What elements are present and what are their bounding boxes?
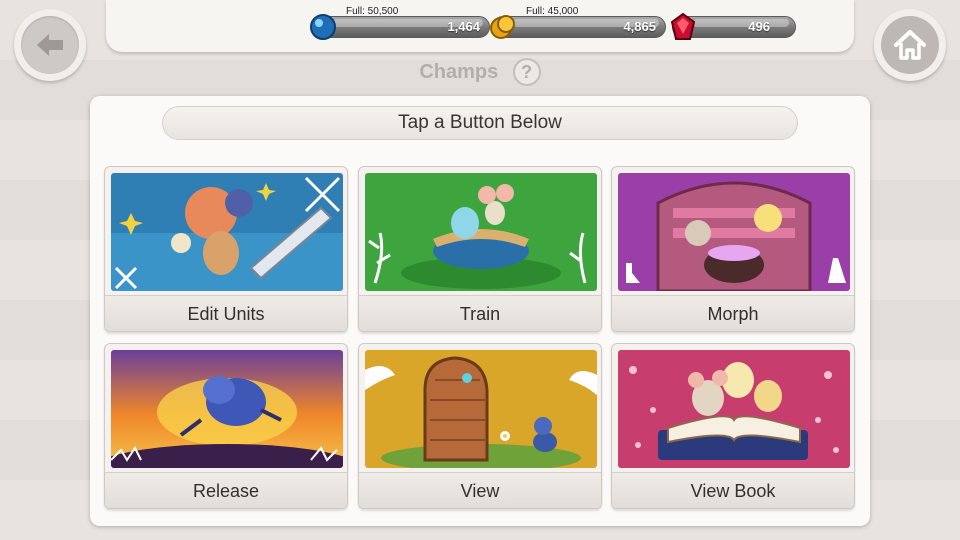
train-button[interactable]: Train [358, 166, 602, 332]
gold-value: 4,865 [623, 19, 656, 34]
release-artwork [111, 350, 343, 468]
view-button[interactable]: View [358, 343, 602, 509]
home-icon [894, 30, 926, 60]
morph-label: Morph [612, 295, 854, 331]
train-artwork [365, 173, 597, 291]
release-label: Release [105, 472, 347, 508]
gold-full-label: Full: 45,000 [526, 6, 579, 17]
blue-orb-icon [310, 14, 336, 40]
red-gem-icon [670, 12, 696, 40]
gold-resource: Full: 45,000 4,865 [490, 6, 666, 39]
page-title: Champs [419, 60, 499, 83]
ruby-resource: 496 [670, 12, 796, 40]
morph-artwork [618, 173, 850, 291]
view-label: View [359, 472, 601, 508]
view-artwork [365, 350, 597, 468]
view-book-button[interactable]: View Book [611, 343, 855, 509]
water-full-label: Full: 50,500 [346, 6, 399, 17]
menu-panel: Tap a Button Below Edit Units Train Morp… [90, 96, 870, 526]
water-value: 1,464 [447, 19, 480, 34]
ruby-value: 496 [748, 19, 770, 34]
resource-bar: Full: 50,500 1,464 Full: 45,000 4,865 49… [106, 0, 854, 52]
morph-button[interactable]: Morph [611, 166, 855, 332]
help-button[interactable]: ? [512, 58, 541, 86]
instruction-banner: Tap a Button Below [162, 106, 798, 140]
release-button[interactable]: Release [104, 343, 348, 509]
view-book-label: View Book [612, 472, 854, 508]
edit-units-artwork [111, 173, 343, 291]
view-book-artwork [618, 350, 850, 468]
edit-units-label: Edit Units [105, 295, 347, 331]
water-resource: Full: 50,500 1,464 [310, 6, 490, 40]
header: Champs ? [0, 58, 960, 86]
train-label: Train [359, 295, 601, 331]
gold-coin-icon [490, 15, 515, 39]
back-arrow-icon [37, 34, 63, 56]
edit-units-button[interactable]: Edit Units [104, 166, 348, 332]
